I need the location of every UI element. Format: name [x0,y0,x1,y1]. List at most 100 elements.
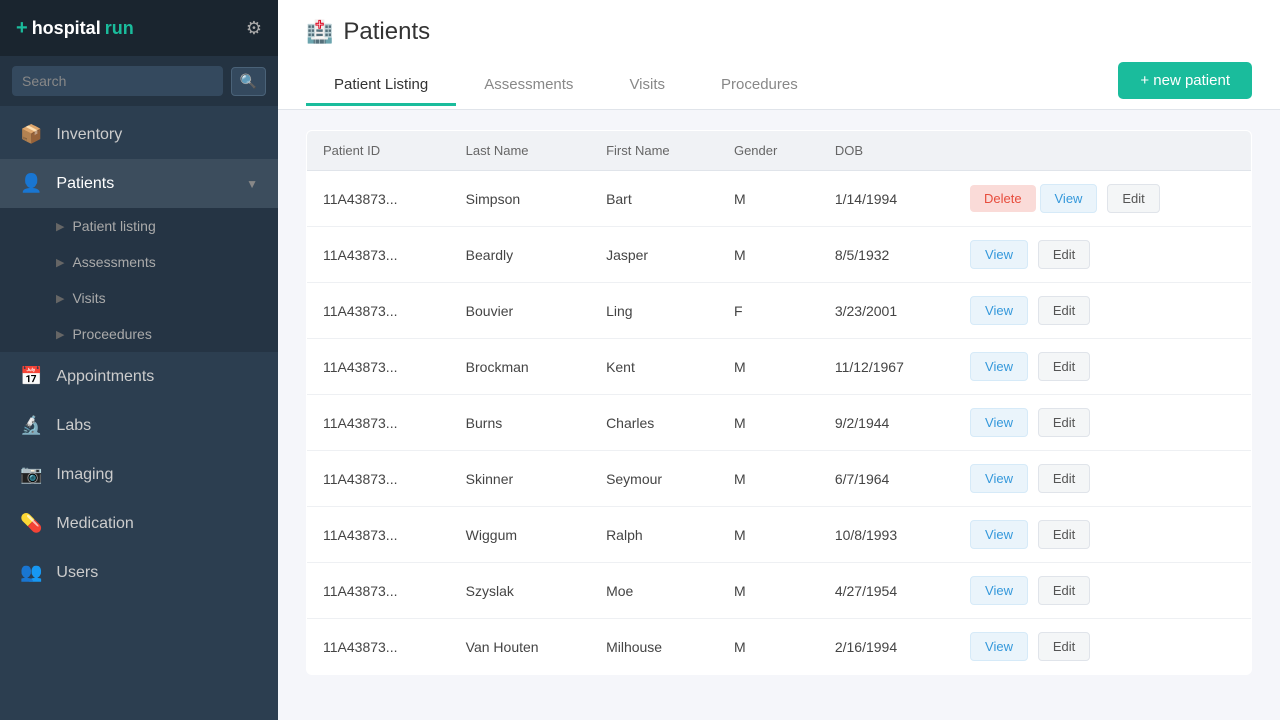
cell-patient-id: 11A43873... [307,507,450,563]
cell-actions: View Edit [954,619,1251,675]
patients-sub-menu: ▶ Patient listing ▶ Assessments ▶ Visits… [0,208,278,352]
table-row: 11A43873... Burns Charles M 9/2/1944 Vie… [307,395,1252,451]
table-row: 11A43873... Szyslak Moe M 4/27/1954 View… [307,563,1252,619]
sidebar-item-label: Appointments [56,368,258,386]
delete-button[interactable]: Delete [970,185,1036,212]
cell-gender: M [718,227,819,283]
cell-actions: View Edit [954,451,1251,507]
edit-button[interactable]: Edit [1038,576,1090,605]
sidebar-item-appointments[interactable]: 📅 Appointments [0,352,278,401]
appointments-icon: 📅 [20,366,42,387]
sidebar-item-inventory[interactable]: 📦 Inventory [0,110,278,159]
sidebar-item-label: Medication [56,515,258,533]
table-row: 11A43873... Simpson Bart M 1/14/1994 Del… [307,171,1252,227]
cell-patient-id: 11A43873... [307,563,450,619]
sidebar-item-label: Users [56,564,258,582]
view-button[interactable]: View [970,296,1028,325]
view-button[interactable]: View [970,520,1028,549]
cell-gender: M [718,507,819,563]
cell-gender: M [718,563,819,619]
sidebar-item-label: Patients [56,175,232,193]
cell-actions: View Edit [954,395,1251,451]
sub-arrow-icon: ▶ [56,220,64,233]
edit-button[interactable]: Edit [1038,296,1090,325]
edit-button[interactable]: Edit [1038,464,1090,493]
logo-plus: + [16,17,28,40]
view-button[interactable]: View [1040,184,1098,213]
cell-patient-id: 11A43873... [307,619,450,675]
edit-button[interactable]: Edit [1038,520,1090,549]
view-button[interactable]: View [970,352,1028,381]
cell-gender: M [718,171,819,227]
content-area: Patient ID Last Name First Name Gender D… [278,110,1280,720]
edit-button[interactable]: Edit [1038,632,1090,661]
view-button[interactable]: View [970,576,1028,605]
sub-arrow-icon: ▶ [56,328,64,341]
cell-actions: View Edit [954,339,1251,395]
sidebar-item-patients[interactable]: 👤 Patients ▼ [0,159,278,208]
tab-visits[interactable]: Visits [601,66,693,106]
tab-patient-listing[interactable]: Patient Listing [306,66,456,106]
patient-table: Patient ID Last Name First Name Gender D… [306,130,1252,675]
imaging-icon: 📷 [20,464,42,485]
cell-actions: View Edit [954,227,1251,283]
sub-item-label: Proceedures [72,326,151,342]
cell-gender: M [718,451,819,507]
new-patient-button[interactable]: + new patient [1118,62,1252,99]
sub-item-label: Patient listing [72,218,155,234]
col-actions [954,131,1251,171]
edit-button[interactable]: Edit [1107,184,1159,213]
sub-arrow-icon: ▶ [56,256,64,269]
sidebar-item-visits[interactable]: ▶ Visits [0,280,278,316]
view-button[interactable]: View [970,464,1028,493]
edit-button[interactable]: Edit [1038,408,1090,437]
sidebar-item-patient-listing[interactable]: ▶ Patient listing [0,208,278,244]
search-input[interactable] [12,66,223,96]
page-header: 🏥 Patients Patient Listing Assessments V… [278,0,1280,110]
col-patient-id: Patient ID [307,131,450,171]
labs-icon: 🔬 [20,415,42,436]
col-dob: DOB [819,131,954,171]
table-row: 11A43873... Bouvier Ling F 3/23/2001 Vie… [307,283,1252,339]
table-row: 11A43873... Van Houten Milhouse M 2/16/1… [307,619,1252,675]
search-button[interactable]: 🔍 [231,67,266,96]
cell-gender: F [718,283,819,339]
logo-hospital: hospital [32,18,101,39]
edit-button[interactable]: Edit [1038,352,1090,381]
cell-last-name: Wiggum [450,507,590,563]
cell-first-name: Milhouse [590,619,718,675]
sidebar-item-imaging[interactable]: 📷 Imaging [0,450,278,499]
sidebar-item-users[interactable]: 👥 Users [0,548,278,597]
cell-dob: 8/5/1932 [819,227,954,283]
cell-dob: 2/16/1994 [819,619,954,675]
sidebar-item-medication[interactable]: 💊 Medication [0,499,278,548]
cell-last-name: Van Houten [450,619,590,675]
view-button[interactable]: View [970,408,1028,437]
medication-icon: 💊 [20,513,42,534]
table-row: 11A43873... Beardly Jasper M 8/5/1932 Vi… [307,227,1252,283]
logo: + hospital run [16,17,134,40]
inventory-icon: 📦 [20,124,42,145]
cell-last-name: Burns [450,395,590,451]
view-button[interactable]: View [970,240,1028,269]
view-button[interactable]: View [970,632,1028,661]
sidebar-item-assessments[interactable]: ▶ Assessments [0,244,278,280]
tab-procedures[interactable]: Procedures [693,66,826,106]
sidebar-item-labs[interactable]: 🔬 Labs [0,401,278,450]
sidebar-item-procedures[interactable]: ▶ Proceedures [0,316,278,352]
cell-patient-id: 11A43873... [307,339,450,395]
cell-patient-id: 11A43873... [307,395,450,451]
logo-run: run [105,18,134,39]
cell-gender: M [718,339,819,395]
edit-button[interactable]: Edit [1038,240,1090,269]
table-row: 11A43873... Skinner Seymour M 6/7/1964 V… [307,451,1252,507]
cell-first-name: Seymour [590,451,718,507]
table-row: 11A43873... Wiggum Ralph M 10/8/1993 Vie… [307,507,1252,563]
sub-item-label: Assessments [72,254,155,270]
cell-patient-id: 11A43873... [307,171,450,227]
cell-last-name: Simpson [450,171,590,227]
page-title: Patients [343,18,430,46]
cell-dob: 4/27/1954 [819,563,954,619]
tab-assessments[interactable]: Assessments [456,66,601,106]
settings-button[interactable]: ⚙ [246,18,262,39]
